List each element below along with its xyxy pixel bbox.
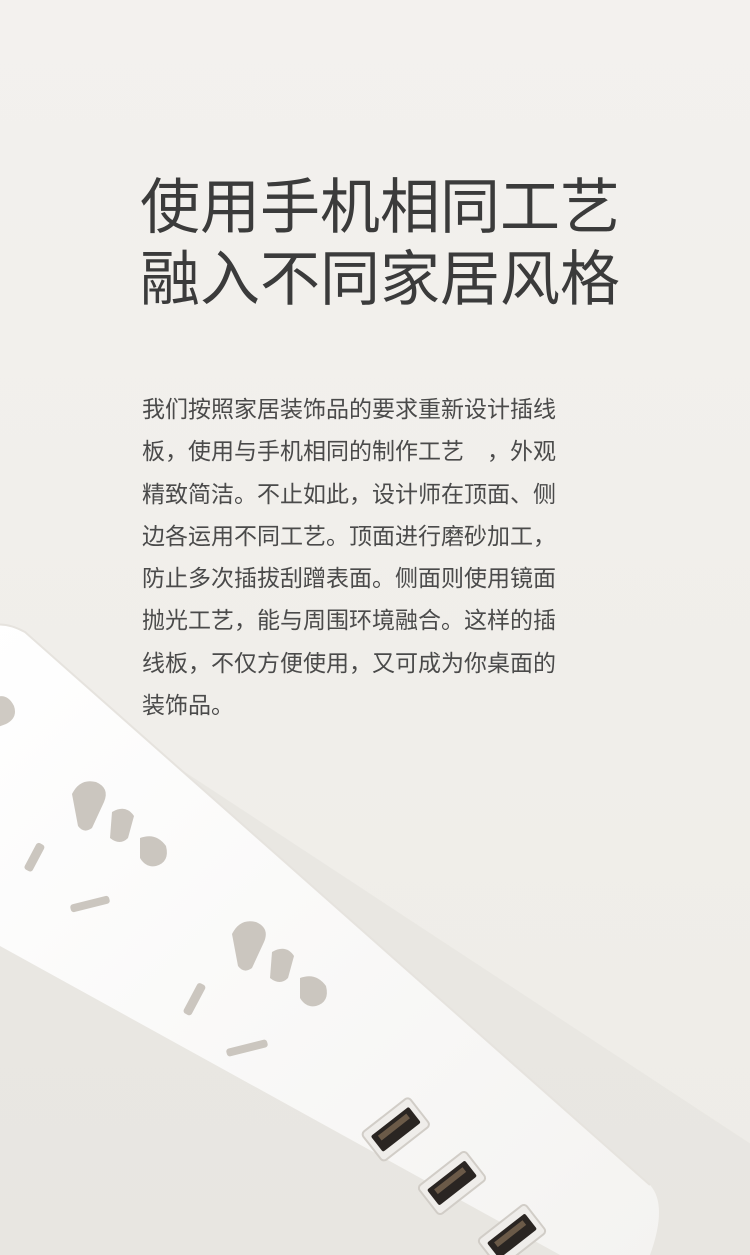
description-line: 我们按照家居装饰品的要求重新设计插线 [142, 397, 556, 423]
description: 我们按照家居装饰品的要求重新设计插线 板，使用与手机相同的制作工艺 ，外观 精致… [142, 389, 597, 727]
product-detail-page: 使用手机相同工艺 融入不同家居风格 我们按照家居装饰品的要求重新设计插线 板，使… [0, 0, 750, 1255]
description-line: 抛光工艺，能与周围环境融合。这样的插 [142, 608, 556, 635]
title-line-1: 使用手机相同工艺 [140, 173, 620, 243]
description-line: 边各运用不同工艺。顶面进行磨砂加工， [142, 523, 556, 550]
page-title: 使用手机相同工艺 融入不同家居风格 [140, 172, 660, 316]
description-line: 精致简洁。不止如此，设计师在顶面、侧 [142, 481, 556, 508]
description-line: 防止多次插拔刮蹭表面。侧面则使用镜面 [142, 566, 556, 593]
description-line: 装饰品。 [142, 693, 234, 720]
description-line: 板，使用与手机相同的制作工艺 ，外观 [142, 439, 556, 466]
description-line: 线板，不仅方便使用，又可成为你桌面的 [142, 650, 556, 677]
title-line-2: 融入不同家居风格 [140, 245, 620, 315]
